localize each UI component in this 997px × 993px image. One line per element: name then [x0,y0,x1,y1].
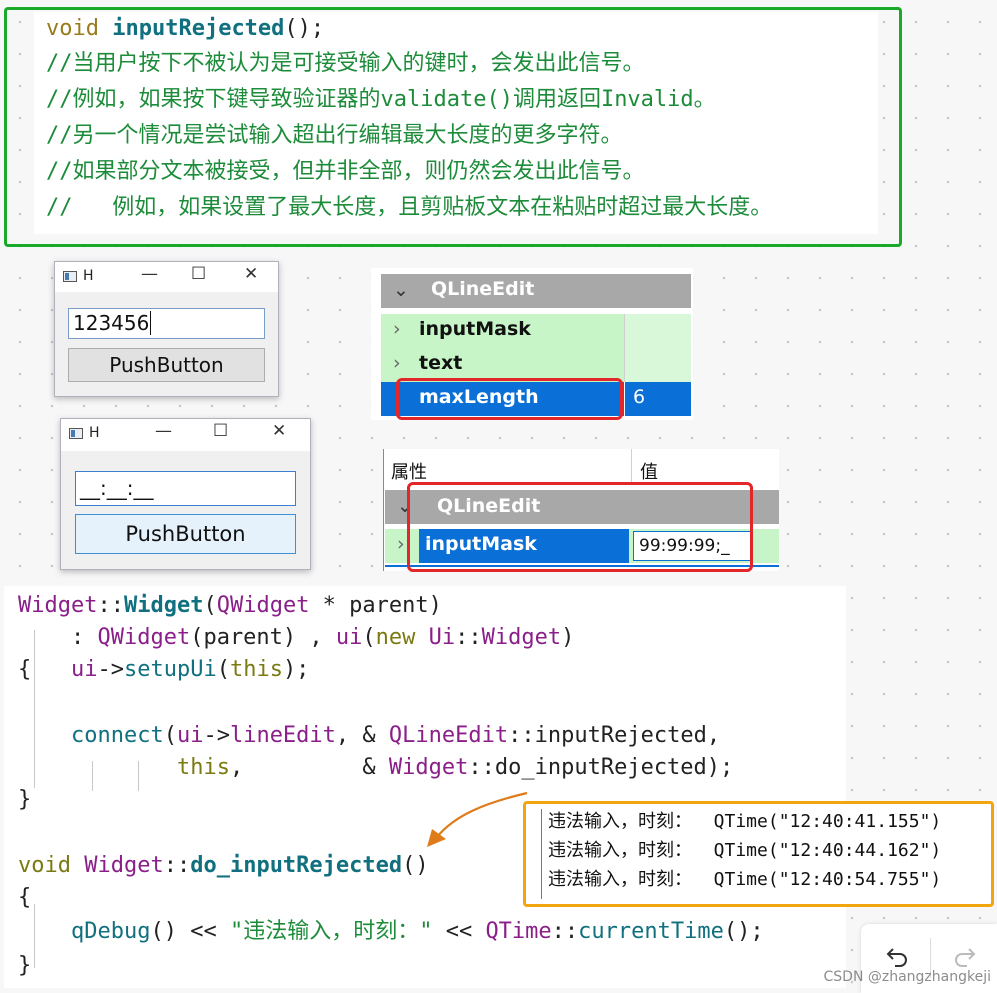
highlight-box [396,378,623,420]
column-header-value[interactable]: 值 [640,458,658,484]
window-title: H [83,268,94,284]
close-icon[interactable]: ✕ [244,264,258,284]
window-title: H [89,425,100,441]
debug-line: 违法输入，时刻： QTime("12:40:44.162") [548,840,942,861]
code-line: { ui->setupUi(this); [18,657,310,682]
title-bar[interactable]: H — ☐ ✕ [55,262,278,292]
code-line-signature: void inputRejected(); [46,16,325,41]
maximize-icon[interactable]: ☐ [213,421,228,441]
doc-code-block: void inputRejected(); //当用户按下不被认为是可接受输入的… [34,12,878,234]
app-icon [63,271,77,282]
app-window-1: H — ☐ ✕ 123456 PushButton [54,261,279,397]
debug-line: 违法输入，时刻： QTime("12:40:54.755") [548,869,942,890]
highlight-box [407,482,753,572]
debug-output-panel: 违法输入，时刻： QTime("12:40:41.155") 违法输入，时刻： … [523,801,994,907]
masked-line-edit[interactable]: __:__:__ [75,471,296,506]
redo-icon[interactable] [953,944,979,970]
maxlength-value[interactable]: 6 [633,386,645,408]
debug-line: 违法输入，时刻： QTime("12:40:41.155") [548,811,942,832]
watermark: CSDN @zhangzhangkeji [823,969,992,985]
push-button[interactable]: PushButton [68,348,265,382]
code-line: Widget::Widget(QWidget * parent) [18,593,442,618]
push-button[interactable]: PushButton [75,514,296,554]
minimize-icon[interactable]: — [141,264,158,284]
property-editor-1: ⌄ QLineEdit › inputMask › text maxLength… [371,268,693,420]
close-icon[interactable]: ✕ [272,421,286,441]
property-row-inputmask[interactable]: › inputMask [381,314,691,348]
code-line: qDebug() << "违法输入，时刻：" << QTime::current… [70,919,764,944]
property-editor-2: 属性 值 ⌄ QLineEdit › inputMask 99:99:99;_ [383,449,779,572]
code-comment-line: //例如，如果按下键导致验证器的validate()调用返回Invalid。 [46,87,716,112]
code-comment-line: //另一个情况是尝试输入超出行编辑最大长度的更多字符。 [46,123,623,148]
code-line: } [18,787,32,812]
chevron-right-icon[interactable]: › [393,318,401,340]
code-line: } [18,953,32,978]
code-comment-line: //当用户按下不被认为是可接受输入的键时，会发出此信号。 [46,51,645,76]
undo-icon[interactable] [883,944,909,970]
column-header-property[interactable]: 属性 [391,458,427,484]
chevron-right-icon[interactable]: › [397,533,405,555]
app-icon [69,428,83,439]
property-row-text[interactable]: › text [381,348,691,382]
minimize-icon[interactable]: — [155,421,172,441]
app-window-2: H — ☐ ✕ __:__:__ PushButton [60,418,311,570]
code-comment-line: //如果部分文本被接受，但并非全部，则仍然会发出此信号。 [46,159,645,184]
chevron-right-icon[interactable]: › [393,352,401,374]
title-bar[interactable]: H — ☐ ✕ [61,419,310,451]
line-edit[interactable]: 123456 [68,308,265,339]
code-line: : QWidget(parent) , ui(new Ui::Widget) [18,625,575,650]
code-line: this, & Widget::do_inputRejected); [176,755,734,780]
code-line: connect(ui->lineEdit, & QLineEdit::input… [70,723,721,748]
code-line: { [18,885,32,910]
code-comment-line: // 例如，如果设置了最大长度，且剪贴板文本在粘贴时超过最大长度。 [46,195,773,220]
group-header-qlineedit[interactable]: ⌄ QLineEdit [381,274,691,308]
maximize-icon[interactable]: ☐ [191,264,206,284]
code-line: void Widget::do_inputRejected() [18,853,429,878]
chevron-down-icon[interactable]: ⌄ [393,279,409,301]
text-cursor [150,311,152,335]
annotation-arrow-icon [427,791,528,847]
